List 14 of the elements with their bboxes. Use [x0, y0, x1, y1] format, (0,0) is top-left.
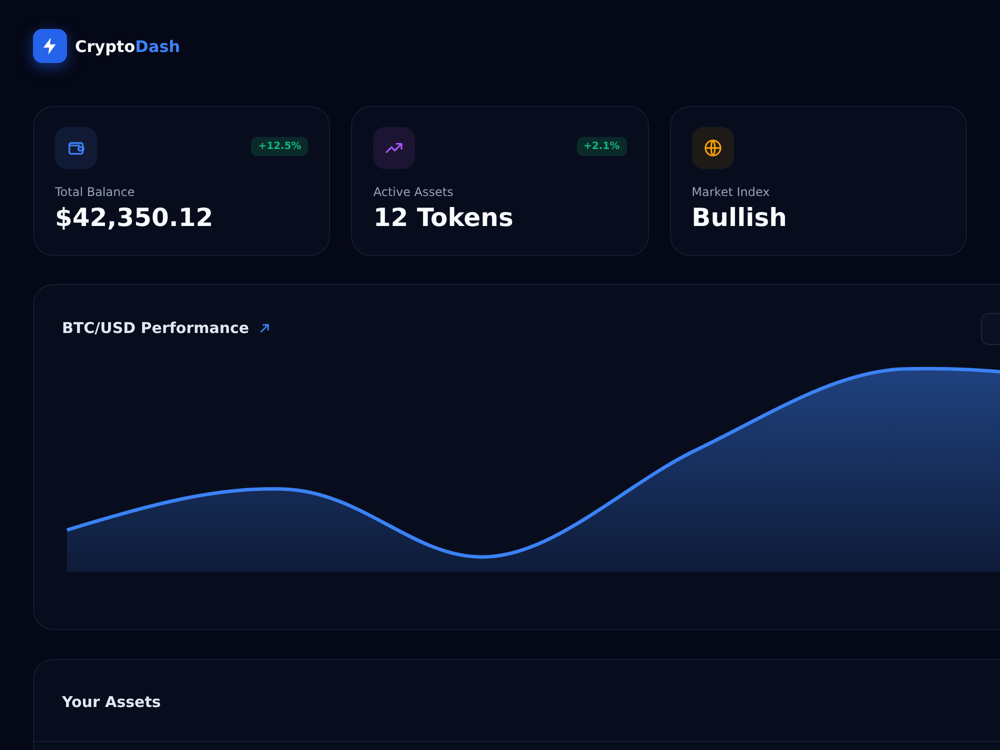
- change-badge: +12.5%: [251, 137, 308, 156]
- stat-label: Total Balance: [55, 185, 136, 199]
- stat-label: Active Assets: [373, 185, 454, 199]
- stat-value: $42,350.12: [55, 203, 214, 232]
- stat-label: Market Index: [692, 185, 771, 199]
- section-title: Your Assets: [62, 693, 161, 711]
- change-badge: +2.1%: [576, 137, 627, 156]
- stat-value: Bullish: [692, 203, 788, 232]
- chart-title: BTC/USD Performance: [62, 319, 250, 337]
- stat-value: 12 Tokens: [373, 203, 514, 232]
- brand-name: CryptoDash: [75, 36, 180, 56]
- arrow-up-right-icon: [259, 322, 270, 334]
- logo-icon: [33, 29, 67, 63]
- globe-icon: [702, 138, 723, 158]
